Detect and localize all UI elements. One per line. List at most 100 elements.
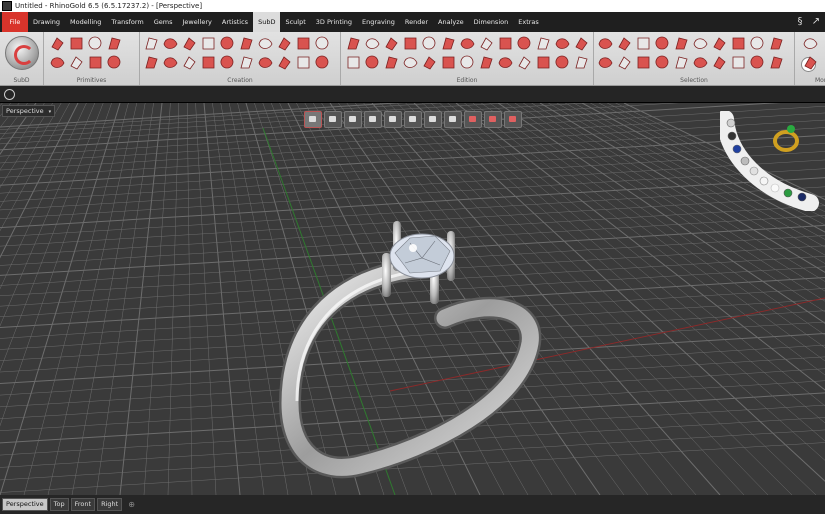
ribbon-tool-icon[interactable] [654, 35, 671, 52]
iso-view-button[interactable] [444, 111, 462, 128]
ribbon-tool-icon[interactable] [49, 35, 66, 52]
ribbon-tool-icon[interactable] [802, 54, 819, 71]
pin-icon[interactable]: § [795, 15, 805, 28]
ribbon-tool-icon[interactable] [421, 54, 438, 71]
ribbon-tool-icon[interactable] [554, 54, 571, 71]
ribbon-tool-icon[interactable] [478, 54, 495, 71]
ribbon-tool-icon[interactable] [616, 54, 633, 71]
ribbon-tool-icon[interactable] [383, 35, 400, 52]
ribbon-tool-icon[interactable] [497, 35, 514, 52]
material-ivory-swatch[interactable] [770, 183, 780, 193]
ribbon-tool-icon[interactable] [497, 54, 514, 71]
tab-3d-printing[interactable]: 3D Printing [311, 12, 357, 32]
move-tool-button[interactable] [324, 111, 342, 128]
ribbon-tool-icon[interactable] [535, 54, 552, 71]
select-tool-button[interactable] [304, 111, 322, 128]
ribbon-tool-icon[interactable] [635, 35, 652, 52]
material-navy-swatch[interactable] [797, 192, 807, 202]
ribbon-tool-icon[interactable] [295, 54, 312, 71]
ribbon-tool-icon[interactable] [314, 54, 331, 71]
ribbon-tool-icon[interactable] [68, 54, 85, 71]
ribbon-tool-icon[interactable] [276, 54, 293, 71]
ribbon-tool-icon[interactable] [257, 54, 274, 71]
material-green-swatch[interactable] [783, 188, 793, 198]
tab-sculpt[interactable]: Sculpt [280, 12, 310, 32]
ribbon-tool-icon[interactable] [162, 35, 179, 52]
side-view-button[interactable] [424, 111, 442, 128]
ribbon-tool-icon[interactable] [238, 54, 255, 71]
ribbon-tool-icon[interactable] [143, 54, 160, 71]
ribbon-tool-icon[interactable] [87, 54, 104, 71]
scale-tool-button[interactable] [364, 111, 382, 128]
ribbon-tool-icon[interactable] [749, 54, 766, 71]
material-white-swatch[interactable] [740, 156, 750, 166]
tab-artistics[interactable]: Artistics [217, 12, 253, 32]
material-grid-swatch[interactable] [759, 176, 769, 186]
ribbon-tool-icon[interactable] [345, 54, 362, 71]
ribbon-tool-icon[interactable] [143, 35, 160, 52]
ribbon-tool-icon[interactable] [295, 35, 312, 52]
ribbon-tool-icon[interactable] [87, 35, 104, 52]
tab-front[interactable]: Front [70, 498, 96, 511]
ribbon-tool-icon[interactable] [554, 35, 571, 52]
ribbon-tool-icon[interactable] [635, 54, 652, 71]
material-dark-swatch[interactable] [727, 131, 737, 141]
ribbon-tool-icon[interactable] [730, 54, 747, 71]
display-mode-button[interactable] [484, 111, 502, 128]
ribbon-tool-icon[interactable] [597, 54, 614, 71]
subd-button[interactable] [5, 36, 39, 70]
ribbon-tool-icon[interactable] [238, 35, 255, 52]
ribbon-tool-icon[interactable] [459, 35, 476, 52]
ribbon-tool-icon[interactable] [692, 54, 709, 71]
ribbon-tool-icon[interactable] [200, 35, 217, 52]
ribbon-tool-icon[interactable] [106, 54, 123, 71]
tab-analyze[interactable]: Analyze [433, 12, 469, 32]
ribbon-tool-icon[interactable] [459, 54, 476, 71]
ribbon-tool-icon[interactable] [314, 35, 331, 52]
ribbon-tool-icon[interactable] [49, 54, 66, 71]
ribbon-tool-icon[interactable] [573, 35, 590, 52]
material-blue-swatch[interactable] [732, 144, 742, 154]
tab-subd[interactable]: SubD [253, 12, 281, 32]
ribbon-tool-icon[interactable] [402, 54, 419, 71]
gold-ring-preview-icon[interactable] [773, 130, 799, 152]
ribbon-tool-icon[interactable] [402, 35, 419, 52]
tab-drawing[interactable]: Drawing [28, 12, 65, 32]
ribbon-tool-icon[interactable] [478, 35, 495, 52]
ribbon-tool-icon[interactable] [219, 35, 236, 52]
tab-transform[interactable]: Transform [106, 12, 148, 32]
ribbon-tool-icon[interactable] [440, 54, 457, 71]
ribbon-tool-icon[interactable] [383, 54, 400, 71]
ribbon-tool-icon[interactable] [219, 54, 236, 71]
ribbon-tool-icon[interactable] [200, 54, 217, 71]
dropdown-arrow-icon[interactable]: ▾ [49, 109, 52, 115]
material-pearl-swatch[interactable] [749, 166, 759, 176]
rotate-tool-button[interactable] [344, 111, 362, 128]
ribbon-tool-icon[interactable] [68, 35, 85, 52]
command-icon[interactable] [4, 89, 15, 100]
ribbon-tool-icon[interactable] [673, 54, 690, 71]
tab-right[interactable]: Right [97, 498, 123, 511]
tab-perspective[interactable]: Perspective [2, 498, 48, 511]
ribbon-tool-icon[interactable] [749, 35, 766, 52]
ribbon-tool-icon[interactable] [802, 35, 819, 52]
material-palette[interactable] [720, 111, 820, 211]
ribbon-tool-icon[interactable] [730, 35, 747, 52]
ribbon-tool-icon[interactable] [597, 35, 614, 52]
tab-extras[interactable]: Extras [513, 12, 544, 32]
tab-modelling[interactable]: Modelling [65, 12, 106, 32]
tab-dimension[interactable]: Dimension [469, 12, 514, 32]
render-view-button[interactable] [464, 111, 482, 128]
viewport-label[interactable]: Perspective ▾ [2, 105, 56, 117]
ribbon-tool-icon[interactable] [257, 35, 274, 52]
ribbon-tool-icon[interactable] [364, 54, 381, 71]
material-silver-swatch[interactable] [726, 118, 736, 128]
ribbon-tool-icon[interactable] [516, 35, 533, 52]
front-view-button[interactable] [404, 111, 422, 128]
expand-icon[interactable]: ↗ [811, 15, 821, 28]
ribbon-tool-icon[interactable] [440, 35, 457, 52]
ribbon-tool-icon[interactable] [345, 35, 362, 52]
ribbon-tool-icon[interactable] [421, 35, 438, 52]
tab-gems[interactable]: Gems [149, 12, 178, 32]
ribbon-tool-icon[interactable] [692, 35, 709, 52]
